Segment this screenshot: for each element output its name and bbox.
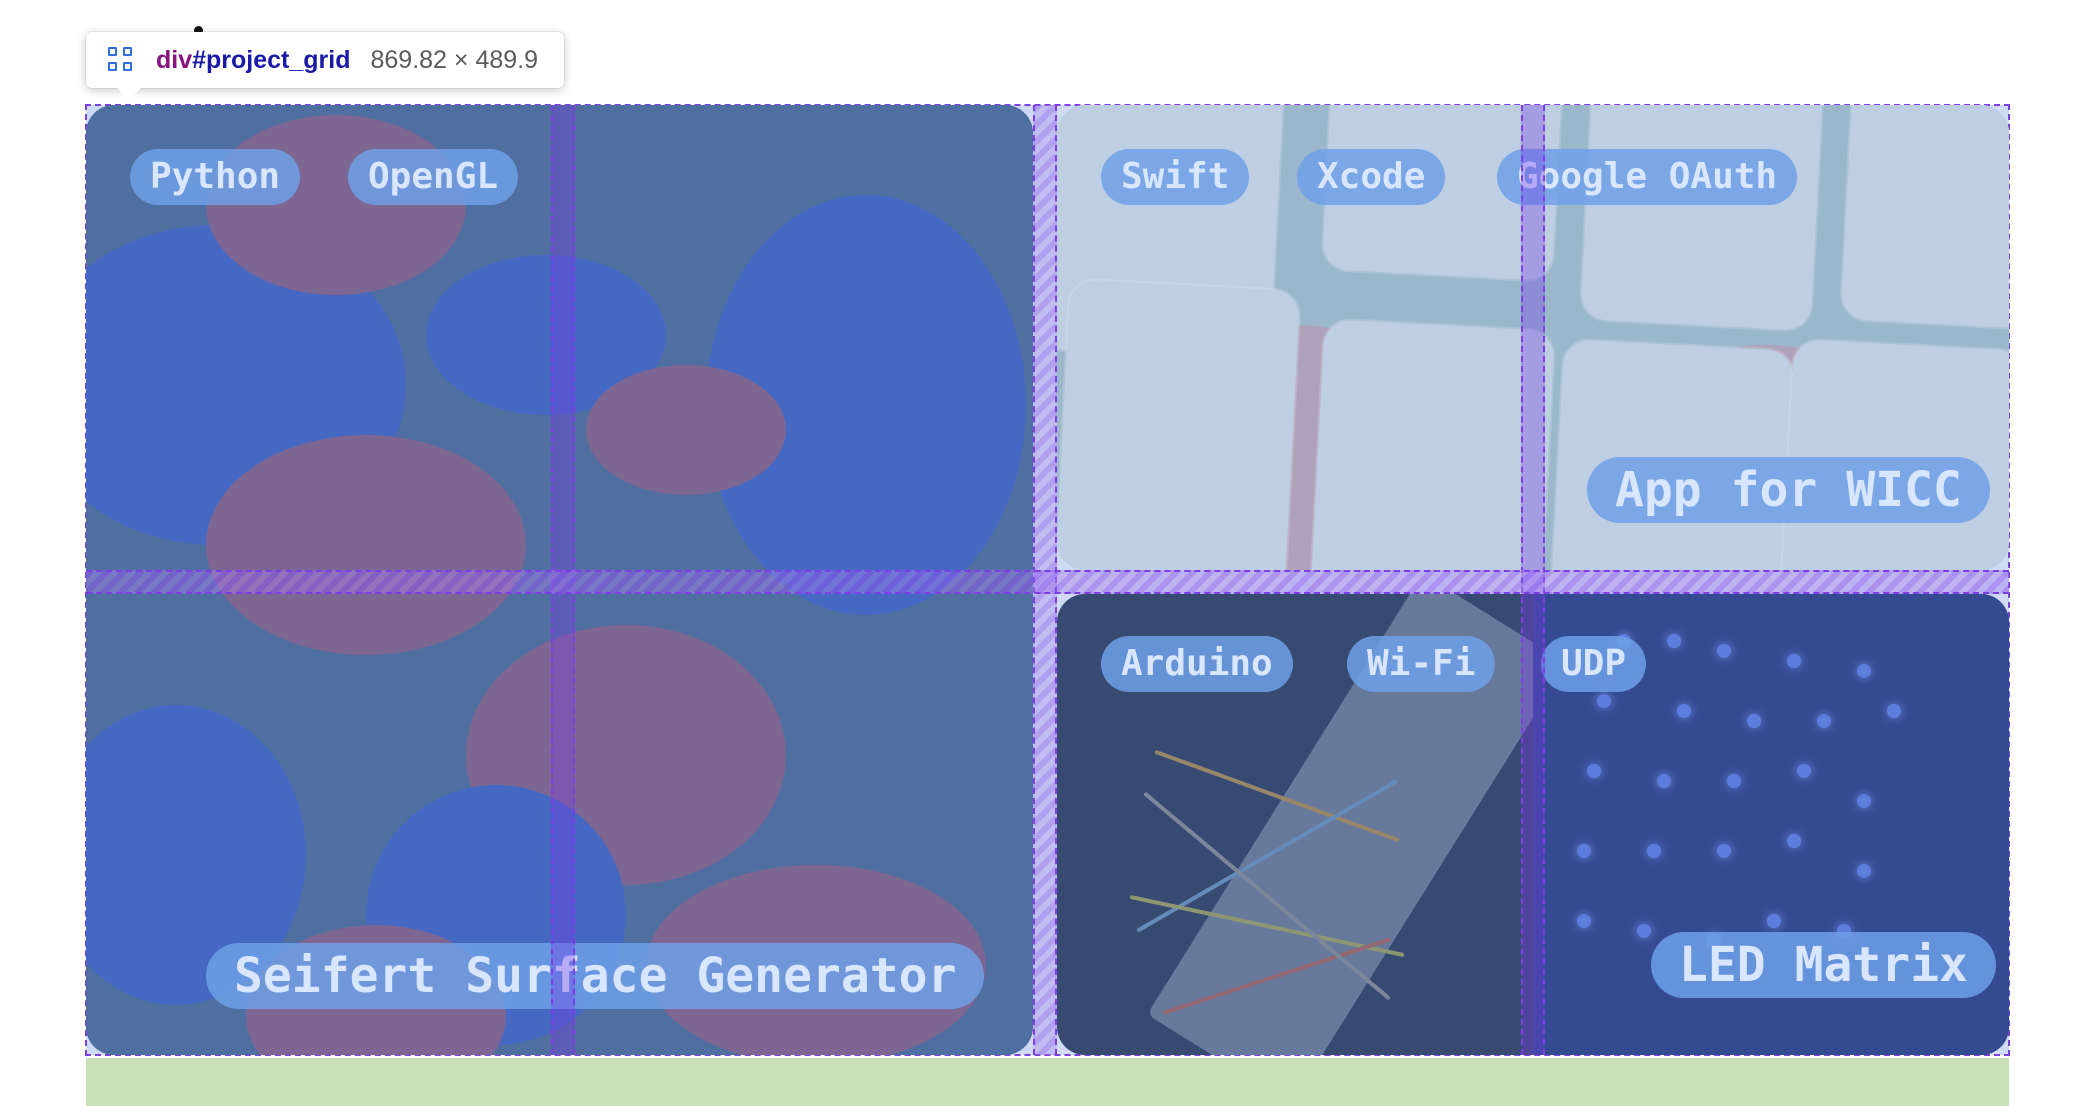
project-title-seifert: Seifert Surface Generator (206, 943, 985, 1009)
tag-udp: UDP (1541, 636, 1647, 692)
tag-arduino: Arduino (1101, 636, 1293, 692)
grid-row-gap (86, 570, 2009, 594)
inspector-id: #project_grid (192, 45, 351, 74)
inspector-tooltip: div #project_grid 869.82 × 489.9 (86, 32, 564, 100)
tag-swift: Swift (1101, 149, 1250, 205)
tag-xcode: Xcode (1297, 149, 1446, 205)
project-title-led-matrix: LED Matrix (1651, 932, 1996, 998)
margin-highlight (86, 1058, 2009, 1106)
grid-layout-icon (108, 47, 134, 73)
tag-wi-fi: Wi-Fi (1347, 636, 1496, 692)
inspector-dimensions: 869.82 × 489.9 (370, 45, 539, 74)
inspector-tag: div (156, 45, 193, 74)
tag-python: Python (130, 149, 301, 205)
tooltip-arrow (116, 87, 142, 100)
project-title-wicc: App for WICC (1587, 457, 1990, 523)
tag-opengl: OpenGL (348, 149, 519, 205)
